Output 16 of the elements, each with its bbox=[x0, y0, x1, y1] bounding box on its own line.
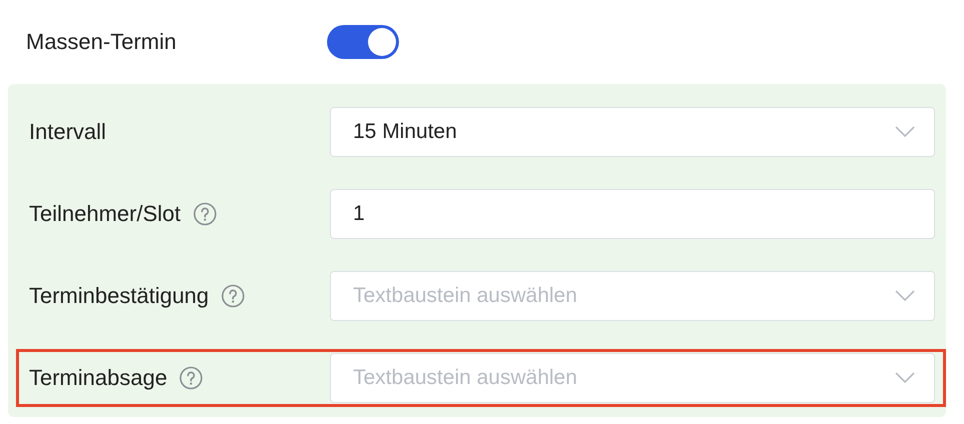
chevron-down-icon bbox=[895, 290, 915, 302]
chevron-down-icon bbox=[895, 126, 915, 138]
input-field[interactable]: 1 bbox=[330, 189, 935, 239]
field-label: Terminbestätigung bbox=[29, 283, 209, 309]
help-icon[interactable] bbox=[179, 366, 204, 390]
field-label: Terminabsage bbox=[29, 365, 168, 391]
field-label: Intervall bbox=[29, 119, 106, 145]
select-field[interactable]: 15 Minuten bbox=[330, 107, 935, 157]
toggle-switch[interactable] bbox=[327, 25, 399, 59]
chevron-down-icon bbox=[895, 372, 915, 384]
select-field[interactable]: Textbaustein auswählen bbox=[330, 353, 935, 403]
field-label: Teilnehmer/Slot bbox=[29, 201, 181, 227]
help-icon[interactable] bbox=[220, 284, 245, 308]
field-label: Massen-Termin bbox=[26, 29, 178, 55]
help-icon[interactable] bbox=[192, 202, 217, 226]
select-field[interactable]: Textbaustein auswählen bbox=[330, 271, 935, 321]
